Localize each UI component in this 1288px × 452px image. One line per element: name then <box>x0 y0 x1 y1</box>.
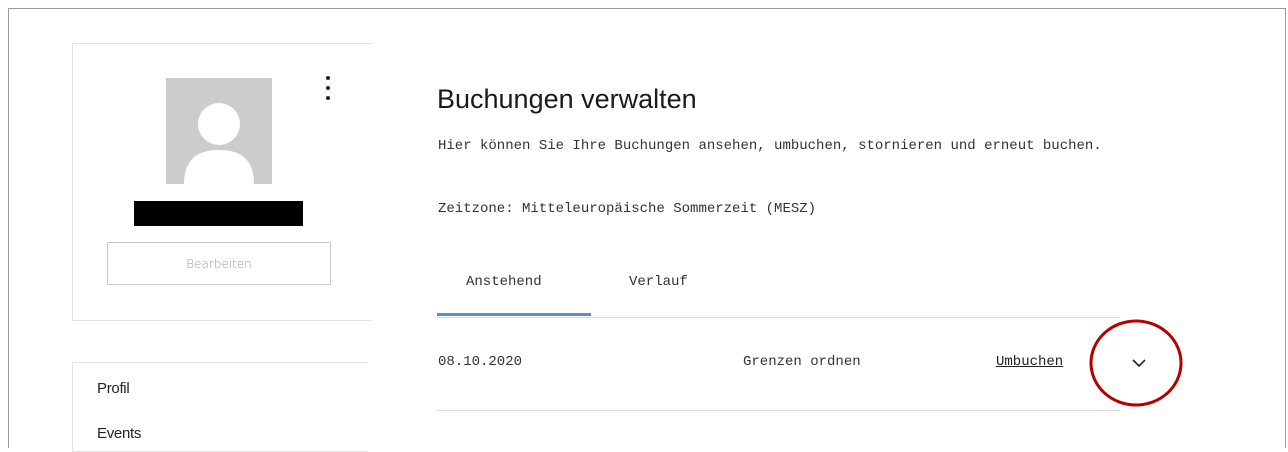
sidebar-item-profil[interactable]: Profil <box>97 380 130 397</box>
sidebar-item-events[interactable]: Events <box>97 425 141 442</box>
tabs-divider <box>437 317 1120 318</box>
tab-anstehend[interactable]: Anstehend <box>466 274 542 290</box>
rebook-link[interactable]: Umbuchen <box>996 354 1063 370</box>
avatar <box>166 78 272 184</box>
tab-verlauf[interactable]: Verlauf <box>629 274 688 290</box>
page-description: Hier können Sie Ihre Buchungen ansehen, … <box>438 138 1102 154</box>
annotation-circle <box>1089 319 1183 407</box>
booking-title: Grenzen ordnen <box>743 354 861 370</box>
avatar-placeholder-icon <box>184 103 254 184</box>
more-vertical-icon[interactable] <box>321 76 335 100</box>
edit-profile-button[interactable]: Bearbeiten <box>107 242 331 285</box>
timezone-text: Zeitzone: Mitteleuropäische Sommerzeit (… <box>438 201 817 217</box>
active-tab-indicator <box>437 313 591 316</box>
redacted-username <box>134 201 303 226</box>
profile-card: Bearbeiten <box>72 43 372 321</box>
page-title: Buchungen verwalten <box>437 84 697 114</box>
sidebar-menu: Profil Events <box>72 362 368 452</box>
row-divider <box>437 410 1120 411</box>
booking-date: 08.10.2020 <box>438 354 523 370</box>
